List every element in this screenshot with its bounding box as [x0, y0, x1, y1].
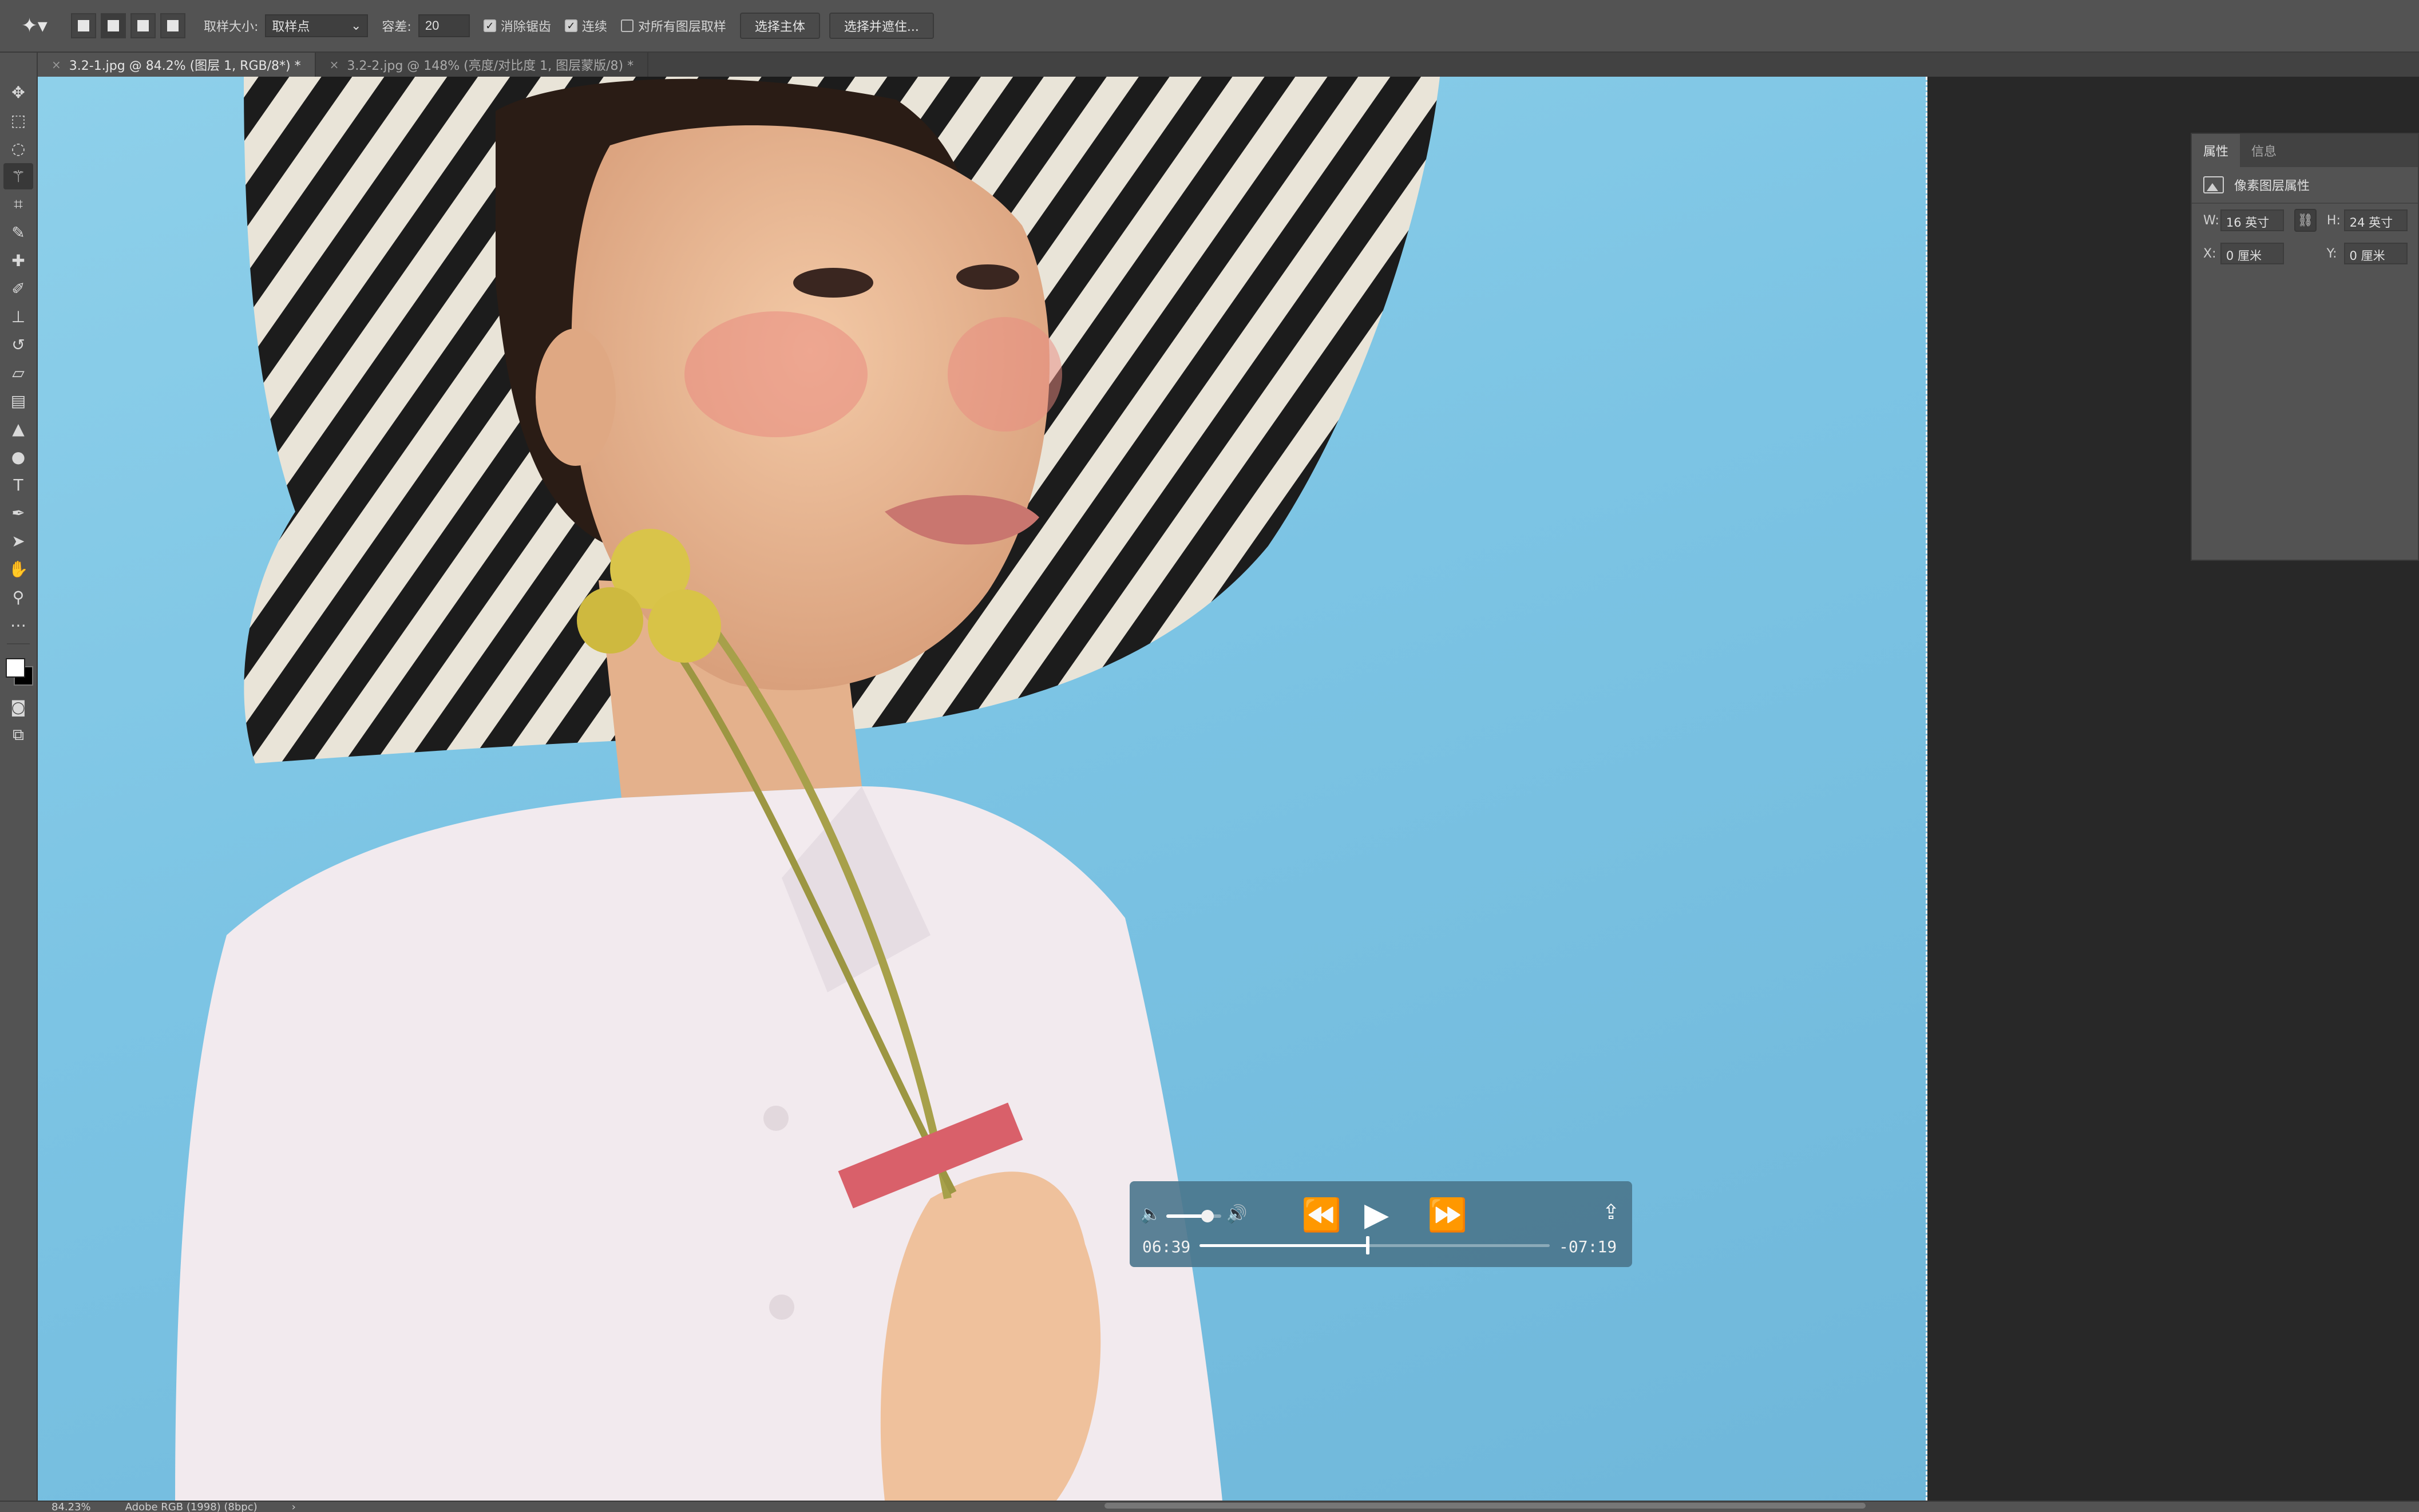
- eyedropper-icon[interactable]: ✎: [3, 219, 33, 246]
- checkmark-icon: ✓: [564, 19, 577, 32]
- w-label: W:: [2203, 213, 2219, 228]
- sample-size-value: 取样点: [272, 20, 310, 34]
- toolbar-divider: [7, 643, 30, 644]
- move-icon[interactable]: ✥: [3, 79, 33, 105]
- sample-all-layers-label: 对所有图层取样: [638, 20, 726, 34]
- crop-icon[interactable]: ⌗: [3, 191, 33, 217]
- x-field[interactable]: 0 厘米: [2220, 243, 2285, 264]
- select-and-mask-button[interactable]: 选择并遮住...: [829, 13, 934, 39]
- tab-properties[interactable]: 属性: [2192, 134, 2240, 167]
- sample-all-layers-checkbox[interactable]: 对所有图层取样: [620, 17, 726, 35]
- color-profile: Adobe RGB (1998) (8bpc): [125, 1501, 258, 1512]
- gradient-icon[interactable]: ▤: [3, 387, 33, 414]
- options-bar: ✦▾ 取样大小: 取样点 ⌄ 容差: ✓ 消除锯齿 ✓ 连续: [0, 0, 2419, 53]
- document-tab[interactable]: × 3.2-1.jpg @ 84.2% (图层 1, RGB/8*) *: [38, 53, 316, 77]
- tolerance-label: 容差:: [382, 20, 411, 34]
- lasso-icon[interactable]: ◌: [3, 135, 33, 161]
- volume-slider[interactable]: [1166, 1210, 1221, 1222]
- more-icon[interactable]: ⋯: [3, 612, 33, 638]
- panel-tabs: 属性 信息: [2192, 134, 2418, 167]
- checkmark-icon: ✓: [483, 19, 496, 32]
- history-brush-icon[interactable]: ↺: [3, 331, 33, 358]
- progress-fill: [1199, 1244, 1368, 1247]
- select-subject-button[interactable]: 选择主体: [739, 13, 820, 39]
- play-icon[interactable]: ▶: [1364, 1196, 1389, 1233]
- magic-wand-icon[interactable]: ⚚: [3, 163, 33, 189]
- properties-panel: 属性 信息 像素图层属性 W: 16 英寸 ⛓ H: 24 英寸 X: 0 厘米…: [2191, 133, 2419, 561]
- sample-size-select[interactable]: 取样点 ⌄: [265, 14, 369, 37]
- h-label: H:: [2326, 213, 2341, 228]
- y-label: Y:: [2326, 246, 2337, 261]
- tab-info[interactable]: 信息: [2240, 134, 2288, 167]
- elapsed-time: 06:39: [1142, 1237, 1191, 1256]
- y-field[interactable]: 0 厘米: [2343, 243, 2408, 264]
- contiguous-label: 连续: [581, 20, 607, 34]
- size-row: W: 16 英寸 ⛓ H: 24 英寸: [2192, 204, 2418, 237]
- share-icon[interactable]: ⇪: [1602, 1201, 1620, 1224]
- foreground-color-swatch[interactable]: [6, 658, 25, 678]
- position-row: X: 0 厘米 Y: 0 厘米: [2192, 237, 2418, 270]
- selection-mode-group: [71, 13, 190, 38]
- portrait-photo: [175, 77, 1440, 1501]
- status-menu-arrow[interactable]: ›: [292, 1501, 296, 1512]
- progress-scrubber[interactable]: [1199, 1236, 1550, 1254]
- zoom-icon[interactable]: ⚲: [3, 584, 33, 610]
- eraser-icon[interactable]: ▱: [3, 359, 33, 386]
- zoom-level[interactable]: 84.23%: [52, 1501, 91, 1512]
- pixel-layer-properties-header: 像素图层属性: [2192, 167, 2418, 204]
- horizontal-scrollbar[interactable]: [1104, 1503, 1866, 1509]
- pen-icon[interactable]: ✒: [3, 500, 33, 526]
- color-swatches[interactable]: [3, 654, 33, 688]
- brush-icon[interactable]: ✐: [3, 275, 33, 302]
- link-icon[interactable]: ⛓: [2294, 209, 2317, 232]
- playhead[interactable]: [1365, 1236, 1369, 1254]
- sample-size-label: 取样大小:: [204, 20, 259, 34]
- remaining-time: -07:19: [1559, 1237, 1617, 1256]
- fast-forward-icon[interactable]: ⏩: [1427, 1196, 1467, 1234]
- path-selection-icon[interactable]: ➤: [3, 528, 33, 554]
- unchecked-box-icon: [620, 19, 634, 32]
- healing-brush-icon[interactable]: ✚: [3, 247, 33, 274]
- x-label: X:: [2203, 246, 2216, 261]
- magic-wand-preset-icon[interactable]: ✦▾: [11, 10, 57, 42]
- chevron-down-icon: ⌄: [350, 18, 362, 33]
- width-field[interactable]: 16 英寸: [2220, 209, 2285, 231]
- volume-low-icon[interactable]: 🔈: [1140, 1204, 1161, 1224]
- close-icon[interactable]: ×: [330, 58, 339, 72]
- rewind-icon[interactable]: ⏪: [1301, 1196, 1341, 1234]
- stamp-icon[interactable]: ⊥: [3, 303, 33, 330]
- quick-mask-icon[interactable]: ◙: [3, 694, 33, 720]
- dodge-icon[interactable]: ●: [3, 444, 33, 470]
- selection-marquee-edge: [1925, 77, 1927, 1501]
- marquee-icon[interactable]: ⬚: [3, 107, 33, 133]
- close-icon[interactable]: ×: [52, 58, 61, 72]
- section-title: 像素图层属性: [2234, 179, 2310, 193]
- type-icon[interactable]: T: [3, 472, 33, 498]
- anti-alias-checkbox[interactable]: ✓ 消除锯齿: [483, 17, 551, 35]
- video-player-controls: 🔈 🔊 ⏪ ▶ ⏩ ⇪ 06:39 -07:19: [1130, 1181, 1632, 1267]
- document-tab-label: 3.2-1.jpg @ 84.2% (图层 1, RGB/8*) *: [69, 59, 301, 73]
- new-selection-icon[interactable]: [71, 13, 96, 38]
- volume-high-icon[interactable]: 🔊: [1226, 1204, 1247, 1224]
- contiguous-checkbox[interactable]: ✓ 连续: [564, 17, 607, 35]
- hand-icon[interactable]: ✋: [3, 556, 33, 582]
- add-to-selection-icon[interactable]: [101, 13, 126, 38]
- blur-icon[interactable]: ▲: [3, 415, 33, 442]
- subtract-from-selection-icon[interactable]: [130, 13, 156, 38]
- height-field[interactable]: 24 英寸: [2343, 209, 2408, 231]
- canvas-area[interactable]: [38, 77, 2419, 1501]
- photo-canvas[interactable]: [38, 77, 1927, 1501]
- tolerance-input[interactable]: [418, 14, 470, 37]
- screen-mode-icon[interactable]: ⧉: [3, 722, 33, 748]
- document-tab-label: 3.2-2.jpg @ 148% (亮度/对比度 1, 图层蒙版/8) *: [347, 59, 634, 73]
- volume-knob[interactable]: [1201, 1210, 1214, 1222]
- image-layer-icon: [2203, 176, 2224, 193]
- document-tabs: × 3.2-1.jpg @ 84.2% (图层 1, RGB/8*) * × 3…: [38, 53, 2419, 77]
- anti-alias-label: 消除锯齿: [500, 20, 551, 34]
- document-tab[interactable]: × 3.2-2.jpg @ 148% (亮度/对比度 1, 图层蒙版/8) *: [316, 53, 649, 77]
- photoshop-window: ✦▾ 取样大小: 取样点 ⌄ 容差: ✓ 消除锯齿 ✓ 连续: [0, 0, 2419, 1512]
- intersect-selection-icon[interactable]: [160, 13, 185, 38]
- tools-panel: ✥ ⬚ ◌ ⚚ ⌗ ✎ ✚ ✐ ⊥ ↺ ▱ ▤ ▲ ● T ✒ ➤ ✋ ⚲ ⋯ …: [0, 53, 38, 1501]
